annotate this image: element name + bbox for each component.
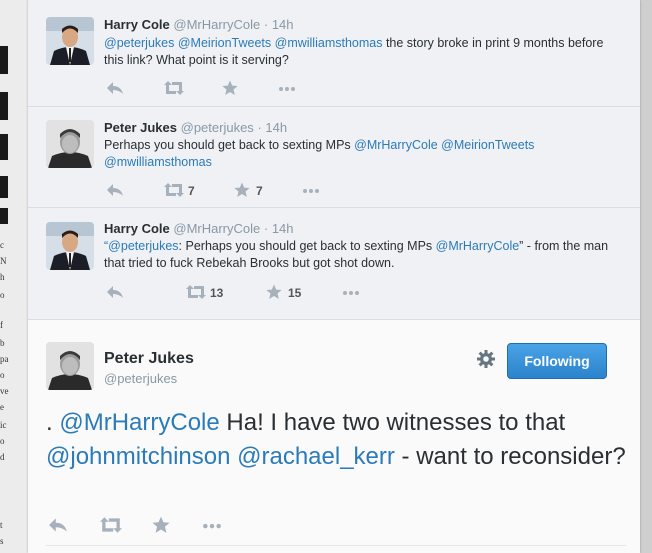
newspaper-text: pa: [0, 354, 9, 364]
avatar[interactable]: [46, 17, 94, 65]
mention-link[interactable]: @peterjukes: [108, 239, 178, 253]
retweet-icon[interactable]: [164, 80, 184, 96]
newspaper-text: o: [0, 370, 5, 380]
newspaper-text: o: [0, 436, 5, 446]
newspaper-glyph: [0, 46, 8, 74]
user-handle[interactable]: @MrHarryCole: [173, 17, 260, 32]
tweet-text: Perhaps you should get back to sexting M…: [104, 137, 624, 171]
mention-link[interactable]: @MeirionTweets: [178, 36, 271, 50]
newspaper-text: t: [0, 520, 3, 530]
more-icon[interactable]: [278, 80, 296, 96]
reply-icon[interactable]: [106, 182, 124, 198]
display-name[interactable]: Peter Jukes: [104, 350, 194, 368]
avatar[interactable]: [46, 222, 94, 270]
favorite-count: 15: [288, 286, 302, 300]
mention-link[interactable]: @mwilliamsthomas: [275, 36, 383, 50]
timestamp[interactable]: 14h: [272, 17, 294, 32]
star-icon[interactable]: [222, 80, 238, 96]
newspaper-text: o: [0, 290, 5, 300]
newspaper-text: d: [0, 452, 5, 462]
retweet-icon[interactable]: [186, 284, 206, 300]
newspaper-text: N: [0, 256, 7, 266]
newspaper-glyph: [0, 208, 8, 224]
background-newspaper-strip: c N h o f b pa o ve e ic o d t s: [0, 0, 28, 553]
avatar[interactable]: [46, 342, 94, 390]
newspaper-text: s: [0, 536, 4, 546]
mention-link[interactable]: @rachael_kerr: [237, 443, 395, 470]
tweet-text: “@peterjukes: Perhaps you should get bac…: [104, 238, 624, 272]
newspaper-glyph: [0, 134, 8, 160]
tweet-author: Peter Jukes @peterjukes · 14h: [104, 120, 288, 135]
mention-link[interactable]: @MrHarryCole: [436, 239, 520, 253]
tweet-text: @peterjukes @MeirionTweets @mwilliamstho…: [104, 35, 624, 69]
retweet-icon[interactable]: [100, 516, 122, 534]
mention-link[interactable]: @johnmitchinson: [46, 443, 230, 470]
newspaper-glyph: [0, 92, 8, 120]
tweet-text-span: Perhaps you should get back to sexting M…: [104, 138, 355, 152]
newspaper-text: f: [0, 320, 3, 330]
more-icon[interactable]: [342, 284, 360, 300]
reply-icon[interactable]: [106, 80, 124, 96]
retweet-icon[interactable]: [164, 182, 184, 198]
display-name[interactable]: Harry Cole: [104, 221, 170, 236]
tweet-text-span: - want to reconsider?: [394, 443, 626, 470]
twitter-conversation-panel: Harry Cole @MrHarryCole · 14h @peterjuke…: [28, 0, 640, 553]
display-name[interactable]: Peter Jukes: [104, 120, 177, 135]
display-name[interactable]: Harry Cole: [104, 17, 170, 32]
star-icon[interactable]: [152, 516, 170, 534]
mention-link[interactable]: @MrHarryCole: [59, 409, 219, 436]
mention-link[interactable]: @mwilliamsthomas: [104, 155, 212, 169]
newspaper-text: ic: [0, 420, 7, 430]
user-handle[interactable]: @MrHarryCole: [173, 221, 260, 236]
user-handle[interactable]: @peterjukes: [181, 120, 254, 135]
user-handle[interactable]: @peterjukes: [104, 371, 177, 386]
main-tweet-text: . @MrHarryCole Ha! I have two witnesses …: [46, 406, 626, 474]
mention-link[interactable]: @MrHarryCole: [354, 138, 438, 152]
newspaper-text: ve: [0, 386, 9, 396]
following-button[interactable]: Following: [507, 343, 607, 379]
favorite-count: 7: [256, 184, 263, 198]
newspaper-text: b: [0, 338, 5, 348]
newspaper-glyph: [0, 176, 8, 198]
tweet[interactable]: Harry Cole @MrHarryCole · 14h “@peterjuk…: [28, 208, 640, 320]
avatar[interactable]: [46, 120, 94, 168]
timestamp[interactable]: 14h: [272, 221, 294, 236]
more-icon[interactable]: [302, 182, 320, 198]
more-icon[interactable]: [202, 516, 222, 534]
newspaper-text: c: [0, 240, 4, 250]
tweet-text-span: Ha! I have two witnesses to that: [219, 409, 566, 436]
tweet[interactable]: Peter Jukes @peterjukes · 14h Perhaps yo…: [28, 107, 640, 208]
gear-icon[interactable]: [476, 349, 496, 369]
mention-link[interactable]: @peterjukes: [104, 36, 174, 50]
tweet-author: Harry Cole @MrHarryCole · 14h: [104, 17, 294, 32]
star-icon[interactable]: [266, 284, 282, 300]
tweet-author: Harry Cole @MrHarryCole · 14h: [104, 221, 294, 236]
retweet-count: 7: [188, 184, 195, 198]
tweet-text-span: .: [46, 409, 60, 436]
tweet-text-span: : Perhaps you should get back to sexting…: [178, 239, 436, 253]
tweet[interactable]: Harry Cole @MrHarryCole · 14h @peterjuke…: [28, 0, 640, 107]
newspaper-text: e: [0, 402, 4, 412]
divider: [46, 545, 626, 546]
reply-icon[interactable]: [48, 516, 68, 534]
star-icon[interactable]: [234, 182, 250, 198]
reply-icon[interactable]: [106, 284, 124, 300]
background-right-edge: [640, 0, 652, 553]
timestamp[interactable]: 14h: [265, 120, 287, 135]
retweet-count: 13: [210, 286, 224, 300]
newspaper-text: h: [0, 272, 5, 282]
mention-link[interactable]: @MeirionTweets: [441, 138, 534, 152]
